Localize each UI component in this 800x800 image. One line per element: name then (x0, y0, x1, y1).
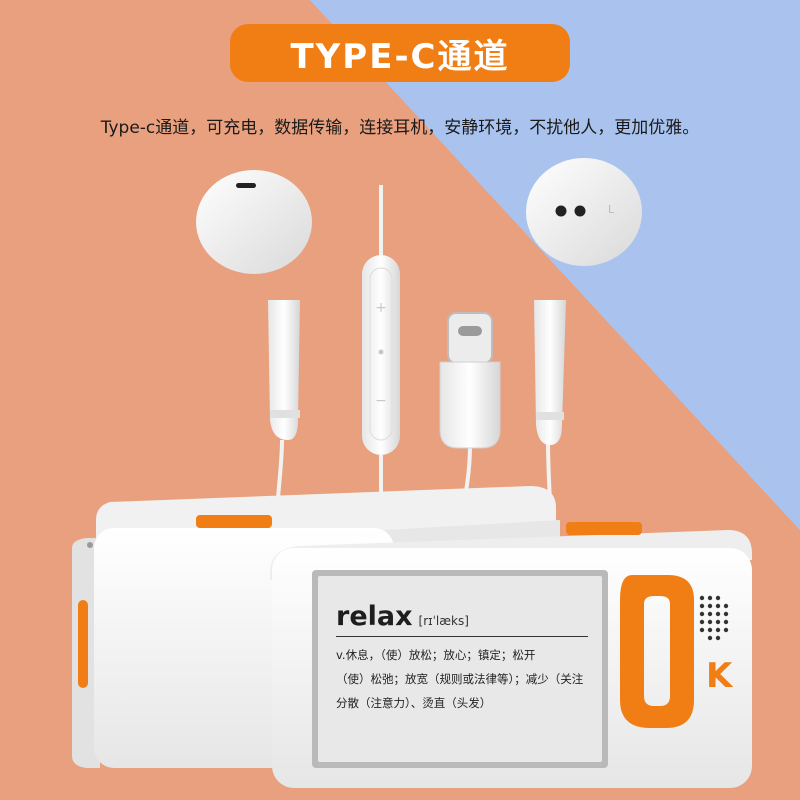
definition-line: v.休息，（使）放松；放心；镇定；松开 (336, 648, 536, 662)
right-earbud: L (526, 158, 642, 445)
left-earbud (196, 170, 312, 440)
divider (336, 636, 588, 637)
volume-up-icon: + (375, 300, 387, 316)
play-pause-icon (378, 349, 384, 355)
phonetic: [rɪˈlæks] (418, 614, 469, 628)
back-device-side-button (78, 600, 88, 688)
front-device-button (566, 522, 642, 535)
inline-remote: + − (362, 255, 400, 455)
type-c-plug (439, 312, 501, 449)
logo-k: K (706, 656, 733, 696)
definition-line: 分散（注意力）、烫直（头发） (336, 696, 492, 710)
headword: relax (336, 601, 413, 632)
definition-line: （使）松弛；放宽（规则或法律等）；减少（关注 (336, 672, 584, 686)
right-earbud-mark: L (608, 203, 615, 216)
earphone-cables (274, 185, 553, 541)
dictionary-screen: relax [rɪˈlæks] v.休息，（使）放松；放心；镇定；松开 （使）松… (320, 585, 600, 760)
back-device-button (196, 515, 272, 528)
volume-down-icon: − (375, 393, 387, 409)
word-header: relax [rɪˈlæks] (336, 601, 586, 632)
